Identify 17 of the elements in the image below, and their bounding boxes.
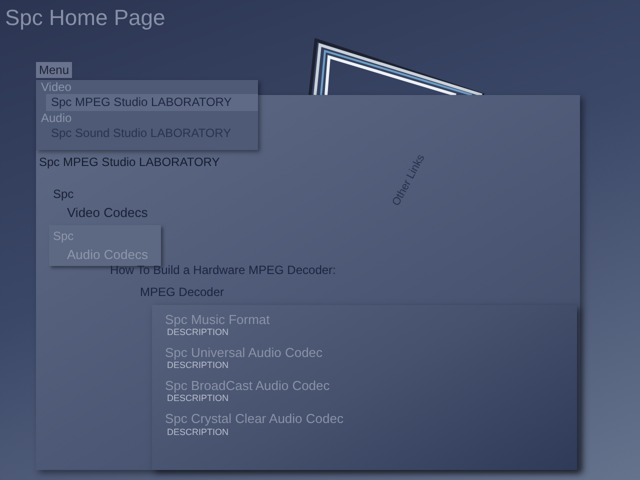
content-link[interactable]: How To Build a Hardware MPEG Decoder: <box>110 261 336 279</box>
section-heading: Spc MPEG Studio LABORATORY <box>39 154 220 171</box>
menu-group-label: Audio <box>40 110 73 126</box>
codec-description: DESCRIPTION <box>166 426 230 438</box>
category-prefix: Spc <box>53 186 75 203</box>
codec-description: DESCRIPTION <box>166 327 230 338</box>
content-link[interactable]: MPEG Decoder <box>140 283 224 301</box>
category-link[interactable]: Video Codecs <box>53 203 157 222</box>
menu-group-label: Video <box>40 80 72 94</box>
codec-description: DESCRIPTION <box>166 360 230 372</box>
codec-link[interactable]: Spc BroadCast Audio Codec <box>165 379 564 394</box>
codec-link[interactable]: Spc Crystal Clear Audio Codec <box>165 412 564 427</box>
codec-description: DESCRIPTION <box>166 393 230 404</box>
page-title: Spc Home Page <box>5 6 166 30</box>
menu-item[interactable]: Spc MPEG Studio LABORATORY <box>46 94 258 111</box>
menu-label[interactable]: Menu <box>36 62 72 78</box>
codec-link[interactable]: Spc Universal Audio Codec <box>165 346 564 360</box>
